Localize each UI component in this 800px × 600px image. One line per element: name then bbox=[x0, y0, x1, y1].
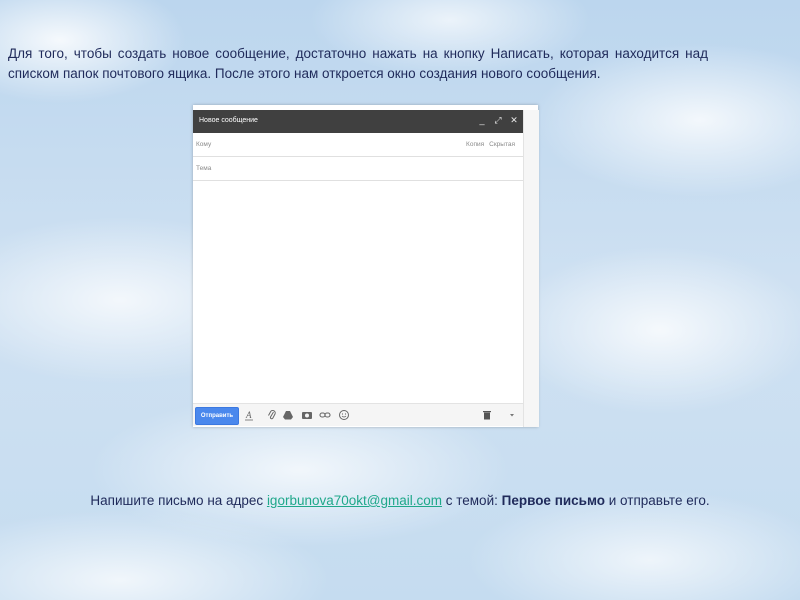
to-field[interactable] bbox=[196, 137, 446, 151]
attach-icon[interactable] bbox=[266, 409, 278, 421]
subject-field[interactable] bbox=[196, 161, 446, 175]
drive-icon[interactable] bbox=[282, 409, 294, 421]
close-icon[interactable]: ✕ bbox=[510, 115, 518, 126]
task-prefix: Напишите письмо на адрес bbox=[90, 493, 267, 508]
task-suffix: и отправьте его. bbox=[605, 493, 710, 508]
cc-link[interactable]: Копия bbox=[466, 141, 484, 148]
bcc-link[interactable]: Скрытая bbox=[489, 141, 515, 148]
task-instruction: Напишите письмо на адрес igorbunova70okt… bbox=[0, 493, 800, 508]
compose-window: Новое сообщение _ ⤢ ✕ Копия Скрытая Отпр… bbox=[193, 105, 539, 427]
to-row: Копия Скрытая bbox=[193, 133, 523, 157]
subject-row bbox=[193, 157, 523, 181]
message-body[interactable] bbox=[193, 181, 523, 403]
email-link[interactable]: igorbunova70okt@gmail.com bbox=[267, 493, 442, 508]
expand-icon[interactable]: ⤢ bbox=[494, 115, 502, 126]
scrollbar[interactable] bbox=[523, 110, 539, 427]
instruction-paragraph: Для того, чтобы создать новое сообщение,… bbox=[8, 46, 708, 81]
task-middle: с темой: bbox=[441, 493, 502, 508]
svg-text:A: A bbox=[245, 410, 252, 420]
trash-icon[interactable] bbox=[481, 409, 493, 421]
compose-title: Новое сообщение bbox=[199, 117, 258, 124]
photo-icon[interactable] bbox=[301, 409, 313, 421]
more-options-icon[interactable] bbox=[506, 409, 518, 421]
format-text-icon[interactable]: A bbox=[243, 409, 255, 421]
send-button[interactable]: Отправить bbox=[195, 407, 239, 425]
emoji-icon[interactable] bbox=[338, 409, 350, 421]
cc-links: Копия Скрытая bbox=[466, 141, 515, 148]
link-icon[interactable] bbox=[319, 409, 331, 421]
task-subject: Первое письмо bbox=[501, 493, 606, 508]
compose-header: Новое сообщение _ ⤢ ✕ bbox=[193, 110, 523, 133]
minimize-icon[interactable]: _ bbox=[478, 115, 486, 126]
compose-toolbar: Отправить A bbox=[193, 403, 523, 426]
window-controls: _ ⤢ ✕ bbox=[478, 115, 518, 126]
